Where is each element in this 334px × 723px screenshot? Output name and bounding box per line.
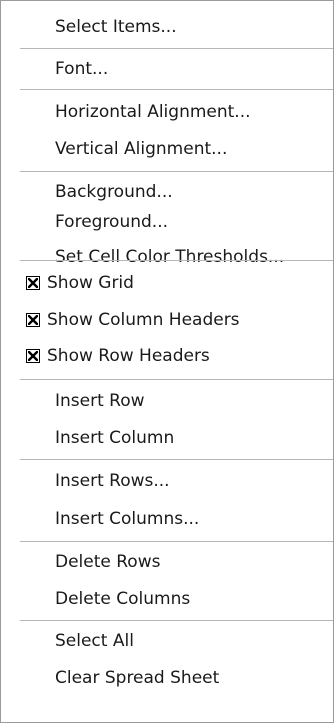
menu-item-label: Insert Column xyxy=(55,428,175,448)
menu-item-insert-rows[interactable]: Insert Rows... xyxy=(1,463,333,499)
menu-item-delete-rows[interactable]: Delete Rows xyxy=(1,544,333,580)
menu-item-label: Show Grid xyxy=(47,273,134,293)
menu-separator xyxy=(20,379,333,380)
menu-item-label: Select All xyxy=(55,631,134,651)
menu-item-label: Show Row Headers xyxy=(47,346,210,366)
menu-item-show-column-headers[interactable]: Show Column Headers xyxy=(1,302,333,338)
menu-item-select-all[interactable]: Select All xyxy=(1,623,333,659)
menu-separator xyxy=(20,260,333,261)
menu-item-label: Delete Rows xyxy=(55,552,161,572)
menu-item-foreground[interactable]: Foreground... xyxy=(1,204,333,240)
menu-item-select-items[interactable]: Select Items... xyxy=(1,9,333,45)
menu-item-label: Horizontal Alignment... xyxy=(55,102,251,122)
menu-item-horizontal-alignment[interactable]: Horizontal Alignment... xyxy=(1,94,333,130)
menu-separator xyxy=(20,541,333,542)
menu-item-show-row-headers[interactable]: Show Row Headers xyxy=(1,338,333,374)
checkbox-checked-icon xyxy=(26,349,40,363)
menu-item-insert-columns[interactable]: Insert Columns... xyxy=(1,501,333,537)
menu-item-label: Select Items... xyxy=(55,17,177,37)
menu-separator xyxy=(20,171,333,172)
menu-item-delete-columns[interactable]: Delete Columns xyxy=(1,581,333,617)
menu-item-show-grid[interactable]: Show Grid xyxy=(1,265,333,301)
context-menu: Select Items... Font... Horizontal Align… xyxy=(0,0,334,723)
menu-item-label: Foreground... xyxy=(55,212,169,232)
checkbox-checked-icon xyxy=(26,313,40,327)
menu-item-vertical-alignment[interactable]: Vertical Alignment... xyxy=(1,131,333,167)
checkbox-checked-icon xyxy=(26,276,40,290)
menu-item-font[interactable]: Font... xyxy=(1,51,333,87)
menu-item-label: Font... xyxy=(55,59,109,79)
menu-item-insert-row[interactable]: Insert Row xyxy=(1,383,333,419)
menu-item-clear-spread-sheet[interactable]: Clear Spread Sheet xyxy=(1,660,333,696)
menu-item-label: Show Column Headers xyxy=(47,310,240,330)
menu-item-label: Clear Spread Sheet xyxy=(55,668,220,688)
menu-separator xyxy=(20,48,333,49)
menu-item-label: Delete Columns xyxy=(55,589,191,609)
menu-item-insert-column[interactable]: Insert Column xyxy=(1,420,333,456)
menu-item-label: Insert Row xyxy=(55,391,145,411)
menu-separator xyxy=(20,620,333,621)
menu-item-label: Insert Rows... xyxy=(55,471,170,491)
menu-item-label: Vertical Alignment... xyxy=(55,139,228,159)
menu-separator xyxy=(20,89,333,90)
menu-item-label: Insert Columns... xyxy=(55,509,200,529)
menu-separator xyxy=(20,459,333,460)
